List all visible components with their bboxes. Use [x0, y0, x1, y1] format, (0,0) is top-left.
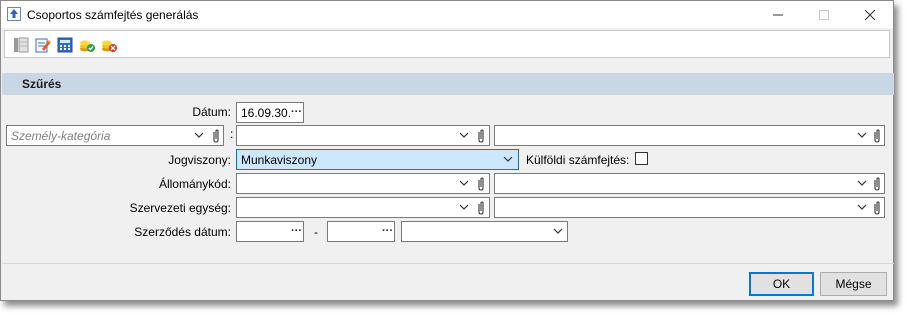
contract-date-dash: -: [314, 225, 318, 239]
date-picker-icon[interactable]: ···: [291, 225, 302, 237]
staff-code-combo[interactable]: [236, 173, 490, 194]
attachment-icon[interactable]: [476, 201, 486, 215]
org-unit-combo[interactable]: [236, 197, 490, 218]
date-value: 16.09.30.: [241, 106, 292, 120]
coins-delete-icon[interactable]: [101, 37, 117, 53]
person-category-placeholder: Személy-kategória: [11, 129, 111, 143]
contract-date-label: Szerződés dátum:: [134, 225, 231, 239]
legal-relationship-value: Munkaviszony: [241, 153, 318, 167]
foreign-payroll-checkbox[interactable]: [635, 152, 648, 165]
maximize-icon: [819, 9, 829, 20]
chevron-down-icon[interactable]: [194, 130, 204, 140]
legal-relationship-label: Jogviszony:: [168, 153, 231, 167]
chevron-down-icon[interactable]: [857, 130, 867, 140]
legal-relationship-select[interactable]: Munkaviszony: [236, 149, 519, 170]
person-category-code-combo[interactable]: [236, 125, 490, 146]
close-icon: [865, 9, 875, 20]
attachment-icon[interactable]: [476, 177, 486, 191]
close-button[interactable]: [847, 1, 893, 28]
chevron-down-icon[interactable]: [459, 202, 469, 212]
attachment-icon[interactable]: [211, 129, 221, 143]
toolbar: [4, 30, 890, 58]
chevron-down-icon[interactable]: [553, 226, 563, 236]
date-label: Dátum:: [192, 105, 231, 119]
contract-date-to-field[interactable]: ···: [327, 221, 395, 242]
staff-code-label: Állománykód:: [158, 177, 231, 191]
attachment-icon[interactable]: [872, 177, 882, 191]
calculator-icon[interactable]: [57, 37, 73, 53]
attachment-icon[interactable]: [872, 129, 882, 143]
dialog-window: Csoportos számfejtés generálás Szűrés Dá…: [0, 0, 894, 301]
title-bar: Csoportos számfejtés generálás: [1, 1, 893, 28]
person-category-name-combo[interactable]: [494, 125, 885, 146]
columns-icon[interactable]: [13, 37, 29, 53]
coins-stack-icon[interactable]: [79, 37, 95, 53]
cancel-button[interactable]: Mégse: [820, 272, 887, 296]
chevron-down-icon[interactable]: [857, 202, 867, 212]
org-unit-name-combo[interactable]: [494, 197, 885, 218]
chevron-down-icon[interactable]: [459, 130, 469, 140]
person-category-combo[interactable]: Személy-kategória: [6, 125, 224, 146]
filter-section-header: Szűrés: [2, 73, 894, 95]
chevron-down-icon[interactable]: [503, 154, 513, 164]
contract-date-from-field[interactable]: ···: [236, 221, 304, 242]
ok-button[interactable]: OK: [749, 272, 814, 296]
contract-date-type-select[interactable]: [401, 221, 568, 242]
person-category-separator: :: [230, 127, 234, 141]
chevron-down-icon[interactable]: [459, 178, 469, 188]
window-title: Csoportos számfejtés generálás: [27, 8, 199, 22]
maximize-button[interactable]: [801, 1, 847, 28]
org-unit-label: Szervezeti egység:: [129, 201, 231, 215]
staff-code-name-combo[interactable]: [494, 173, 885, 194]
minimize-button[interactable]: [755, 1, 801, 28]
footer-divider: [2, 263, 894, 264]
attachment-icon[interactable]: [476, 129, 486, 143]
foreign-payroll-label: Külföldi számfejtés:: [526, 153, 630, 167]
edit-document-icon[interactable]: [35, 37, 51, 53]
date-picker-icon[interactable]: ···: [291, 106, 302, 118]
section-title: Szűrés: [22, 77, 62, 91]
chevron-down-icon[interactable]: [857, 178, 867, 188]
date-picker-icon[interactable]: ···: [382, 225, 393, 237]
minimize-icon: [773, 14, 783, 15]
date-field[interactable]: 16.09.30. ···: [236, 102, 304, 123]
attachment-icon[interactable]: [872, 201, 882, 215]
app-upload-icon: [7, 7, 21, 21]
